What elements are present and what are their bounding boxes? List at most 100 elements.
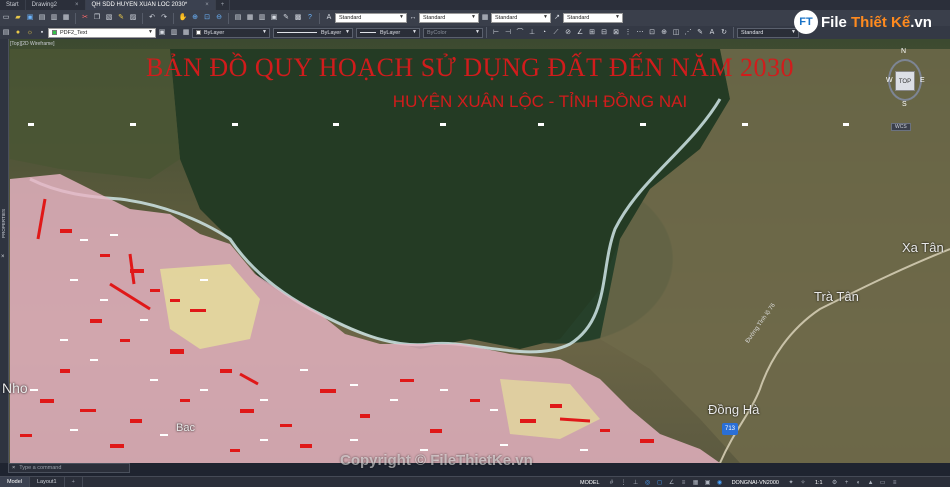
snap-icon[interactable]: ⋮ (620, 479, 628, 487)
dimension-break-icon[interactable]: ⋯ (635, 28, 645, 38)
zoom-realtime-icon[interactable]: ⊕ (190, 13, 200, 23)
continue-icon[interactable]: ⊠ (611, 28, 621, 38)
plot-preview-icon[interactable]: ▥ (49, 13, 59, 23)
pan-icon[interactable]: ✋ (178, 13, 188, 23)
dimension-style-select[interactable]: Standard ▼ (419, 13, 479, 23)
tab-layout1[interactable]: Layout1 (30, 476, 65, 487)
annotation-scale[interactable]: 1:1 (815, 480, 823, 486)
model-space-toggle[interactable]: MODEL (580, 480, 600, 486)
calculator-icon[interactable]: ▩ (293, 13, 303, 23)
tab-qh-sdd[interactable]: QH SDD HUYEN XUAN LOC 2030* × (85, 0, 216, 10)
close-icon[interactable]: × (75, 2, 79, 8)
quick-dimension-icon[interactable]: ⊞ (587, 28, 597, 38)
zoom-window-icon[interactable]: ⊡ (202, 13, 212, 23)
geolocation-icon[interactable]: ◉ (716, 479, 724, 487)
dimension-update-icon[interactable]: ↻ (719, 28, 729, 38)
multileader-style-icon[interactable]: ↗ (552, 13, 562, 23)
redo-icon[interactable]: ↷ (159, 13, 169, 23)
tool-palettes-icon[interactable]: ▥ (257, 13, 267, 23)
dimension-space-icon[interactable]: ⋮ (623, 28, 633, 38)
publish-icon[interactable]: ▦ (61, 13, 71, 23)
view-cube-top[interactable]: TOP (895, 71, 915, 91)
grid-icon[interactable]: # (608, 479, 616, 487)
layer-previous-icon[interactable]: ▥ (169, 28, 179, 38)
angular-icon[interactable]: ∠ (575, 28, 585, 38)
cut-icon[interactable]: ✂ (80, 13, 90, 23)
layer-states-icon[interactable]: ▦ (181, 28, 191, 38)
customization-menu-icon[interactable]: ≡ (891, 479, 899, 487)
table-style-icon[interactable]: ▦ (480, 13, 490, 23)
multileader-style-select[interactable]: Standard ▼ (563, 13, 623, 23)
properties-icon[interactable]: ▤ (233, 13, 243, 23)
print-icon[interactable]: ▤ (37, 13, 47, 23)
sheet-set-icon[interactable]: ▣ (269, 13, 279, 23)
make-current-layer-icon[interactable]: ▣ (157, 28, 167, 38)
copy-icon[interactable]: ❐ (92, 13, 102, 23)
tab-start[interactable]: Start (0, 0, 26, 10)
dimension-style-icon[interactable]: ↔ (408, 13, 418, 23)
ortho-icon[interactable]: ⊥ (632, 479, 640, 487)
lock-icon[interactable]: ▪ (37, 28, 47, 38)
diameter-icon[interactable]: ⊘ (563, 28, 573, 38)
compass-west[interactable]: W (886, 77, 893, 84)
layer-select[interactable]: PDF2_Text ▼ (48, 27, 156, 38)
otrack-icon[interactable]: ∠ (668, 479, 676, 487)
baseline-icon[interactable]: ⊟ (599, 28, 609, 38)
tolerance-icon[interactable]: ⊡ (647, 28, 657, 38)
isolate-icon[interactable]: ◐ (855, 479, 863, 487)
new-tab-button[interactable]: + (216, 0, 231, 10)
text-style-icon[interactable]: A (324, 13, 334, 23)
open-folder-icon[interactable]: ▰ (13, 13, 23, 23)
linetype-select[interactable]: ByLayer ▼ (273, 27, 353, 38)
jogged-icon[interactable]: ⟋ (551, 28, 561, 38)
color-select[interactable]: ByLayer ▼ (192, 27, 270, 38)
inspection-icon[interactable]: ◫ (671, 28, 681, 38)
compass-south[interactable]: S (902, 101, 907, 108)
table-style-select[interactable]: Standard ▼ (491, 13, 551, 23)
annotation-scale-icon[interactable]: ✧ (799, 479, 807, 487)
add-layout-button[interactable]: + (65, 476, 83, 487)
center-mark-icon[interactable]: ⊕ (659, 28, 669, 38)
hardware-acceleration-icon[interactable]: ▲ (867, 479, 875, 487)
save-icon[interactable]: ▣ (25, 13, 35, 23)
tab-model[interactable]: Model (0, 476, 30, 487)
zoom-previous-icon[interactable]: ⊖ (214, 13, 224, 23)
lineweight-select[interactable]: ByLayer ▼ (356, 27, 420, 38)
plotstyle-select[interactable]: ByColor ▼ (423, 27, 483, 38)
new-file-icon[interactable]: ▭ (1, 13, 11, 23)
paste-icon[interactable]: ▧ (104, 13, 114, 23)
radius-icon[interactable]: ◔ (539, 28, 549, 38)
plus-icon[interactable]: + (843, 479, 851, 487)
help-icon[interactable]: ? (305, 13, 315, 23)
design-center-icon[interactable]: ▦ (245, 13, 255, 23)
ordinate-icon[interactable]: ⊥ (527, 28, 537, 38)
close-icon[interactable]: × (205, 2, 209, 8)
compass-east[interactable]: E (920, 77, 925, 84)
dimension-text-edit-icon[interactable]: A (707, 28, 717, 38)
undo-icon[interactable]: ↶ (147, 13, 157, 23)
markup-icon[interactable]: ✎ (281, 13, 291, 23)
viewport-controls[interactable]: [Top][2D Wireframe] (10, 41, 54, 47)
close-icon[interactable]: × (1, 254, 5, 260)
annotation-visibility-icon[interactable]: ✦ (787, 479, 795, 487)
aligned-dimension-icon[interactable]: ⊣ (503, 28, 513, 38)
selection-cycling-icon[interactable]: ▣ (704, 479, 712, 487)
lightbulb-icon[interactable]: ● (13, 28, 23, 38)
command-line[interactable]: × Type a command (8, 463, 130, 473)
lineweight-icon[interactable]: ≡ (680, 479, 688, 487)
layer-manager-icon[interactable]: ▤ (1, 28, 11, 38)
compass-north[interactable]: N (901, 48, 906, 55)
transparency-icon[interactable]: ▦ (692, 479, 700, 487)
view-cube[interactable]: N W E S TOP WCS (886, 43, 926, 133)
jogged-linear-icon[interactable]: ⋰ (683, 28, 693, 38)
command-input-placeholder[interactable]: Type a command (19, 465, 61, 471)
close-icon[interactable]: × (12, 465, 15, 471)
sun-icon[interactable]: ☼ (25, 28, 35, 38)
arc-length-icon[interactable]: ⌒ (515, 28, 525, 38)
match-properties-icon[interactable]: ✎ (116, 13, 126, 23)
polar-icon[interactable]: ◎ (644, 479, 652, 487)
properties-palette-strip[interactable]: PROPERTIES × (0, 39, 9, 463)
clean-screen-icon[interactable]: ▭ (879, 479, 887, 487)
tab-drawing2[interactable]: Drawing2 × (26, 0, 86, 10)
text-style-select[interactable]: Standard ▼ (335, 13, 407, 23)
